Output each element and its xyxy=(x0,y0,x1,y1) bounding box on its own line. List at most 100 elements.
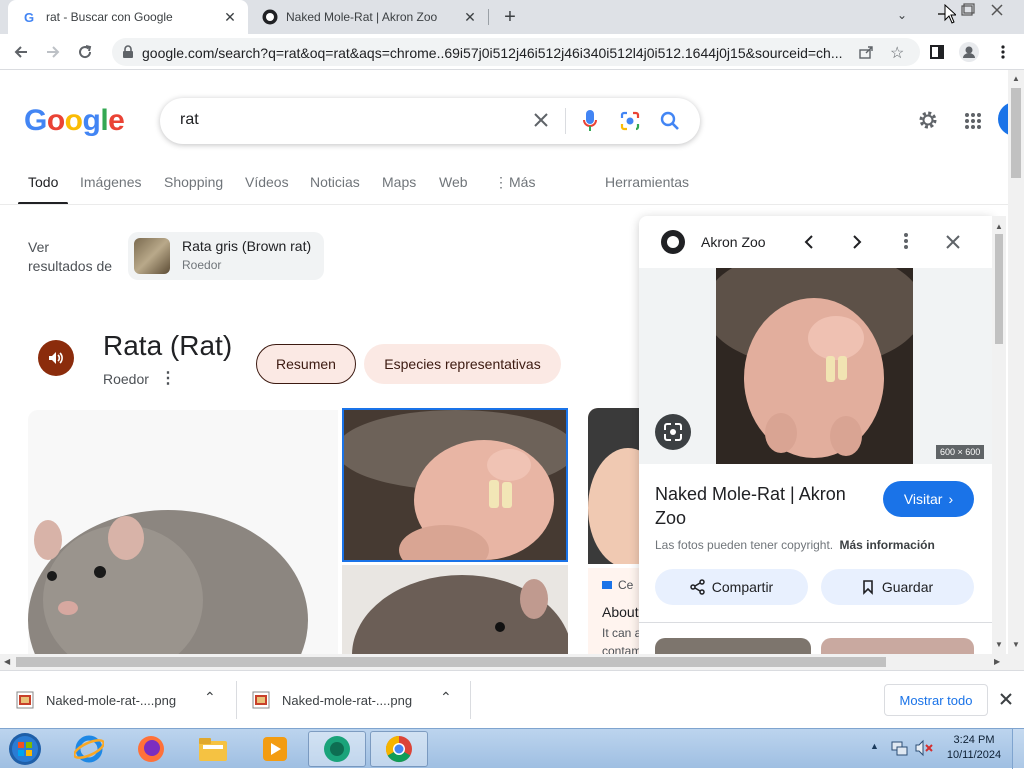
clock-date: 10/11/2024 xyxy=(946,749,1002,761)
previous-image-icon[interactable] xyxy=(801,230,817,259)
download-options-chevron-icon[interactable]: ⌃ xyxy=(204,689,216,706)
image-title[interactable]: Naked Mole-Rat | Akron Zoo xyxy=(655,482,875,530)
download-item[interactable]: Naked-mole-rat-....png ⌃ xyxy=(16,671,226,729)
more-dots-icon[interactable]: ⋮ xyxy=(494,174,508,191)
firefox-icon[interactable] xyxy=(122,731,180,767)
hscroll-left-icon[interactable]: ◀ xyxy=(4,657,10,666)
clear-search-icon[interactable] xyxy=(532,111,550,134)
hscroll-thumb[interactable] xyxy=(16,657,886,667)
tab-mas[interactable]: Más xyxy=(509,174,535,190)
tab-imagenes[interactable]: Imágenes xyxy=(80,174,141,190)
scroll-up-arrow-icon[interactable]: ▲ xyxy=(995,222,1003,231)
panel-scroll-thumb[interactable] xyxy=(995,234,1003,344)
rat-image-large[interactable] xyxy=(28,410,338,654)
close-tab-icon[interactable]: ✕ xyxy=(462,9,478,25)
copyright-text: Las fotos pueden tener copyright. xyxy=(655,538,834,552)
address-bar[interactable]: google.com/search?q=rat&oq=rat&aqs=chrom… xyxy=(112,38,920,66)
naked-mole-rat-image-selected[interactable] xyxy=(342,408,568,562)
panel-source-name[interactable]: Akron Zoo xyxy=(701,234,766,250)
tab-todo[interactable]: Todo xyxy=(28,174,58,190)
download-item[interactable]: Naked-mole-rat-....png ⌃ xyxy=(252,671,462,729)
share-page-icon[interactable] xyxy=(858,44,874,65)
file-explorer-icon[interactable] xyxy=(184,731,242,767)
chrome-taskbar-button[interactable] xyxy=(370,731,428,767)
media-player-icon[interactable] xyxy=(246,731,304,767)
search-icon[interactable] xyxy=(660,111,680,136)
tab-noticias[interactable]: Noticias xyxy=(310,174,360,190)
tab-videos[interactable]: Vídeos xyxy=(245,174,289,190)
show-hidden-icons-icon[interactable]: ▲ xyxy=(870,741,879,751)
page-horizontal-scrollbar[interactable]: ◀ ▶ xyxy=(0,654,1024,670)
entity-more-icon[interactable]: ⋮ xyxy=(160,368,176,388)
panel-divider xyxy=(639,622,992,623)
taskbar-app-teal[interactable] xyxy=(308,731,366,767)
save-button[interactable]: Guardar xyxy=(821,569,974,605)
tab-divider xyxy=(488,9,489,25)
naked-mole-rat-preview-image[interactable] xyxy=(716,268,913,464)
download-options-chevron-icon[interactable]: ⌃ xyxy=(440,689,452,706)
search-input[interactable]: rat xyxy=(180,111,199,129)
reload-icon[interactable] xyxy=(72,39,98,65)
brown-rat-chip[interactable]: Rata gris (Brown rat) Roedor xyxy=(128,232,324,280)
vscroll-down-icon[interactable]: ▼ xyxy=(1012,640,1020,649)
lens-search-image-icon[interactable] xyxy=(655,414,691,450)
clock-time: 3:24 PM xyxy=(953,734,995,746)
visit-button[interactable]: Visitar › xyxy=(883,481,974,517)
system-clock[interactable]: 3:24 PM 10/11/2024 xyxy=(944,733,1004,763)
close-tab-icon[interactable]: ✕ xyxy=(222,9,238,25)
internet-explorer-icon[interactable] xyxy=(60,731,118,767)
start-button[interactable] xyxy=(0,731,50,767)
panel-more-icon[interactable] xyxy=(903,231,909,256)
profile-avatar-icon[interactable] xyxy=(956,39,982,65)
download-filename: Naked-mole-rat-....png xyxy=(282,692,413,708)
hscroll-right-icon[interactable]: ▶ xyxy=(994,657,1000,666)
voice-search-icon[interactable] xyxy=(582,109,598,138)
menu-kebab-icon[interactable] xyxy=(990,39,1016,65)
brown-rat-thumbnail xyxy=(134,238,170,274)
tab-herramientas[interactable]: Herramientas xyxy=(605,174,689,190)
lock-icon[interactable] xyxy=(122,45,134,64)
rat-closeup-image[interactable] xyxy=(342,565,568,654)
tab-akron-zoo[interactable]: Naked Mole-Rat | Akron Zoo ✕ xyxy=(248,0,488,34)
close-downloads-icon[interactable] xyxy=(999,692,1013,711)
close-panel-icon[interactable] xyxy=(945,234,961,255)
lens-search-icon[interactable] xyxy=(620,111,640,136)
snippet-text-2: contam xyxy=(602,644,642,654)
search-box[interactable]: rat xyxy=(160,98,700,144)
settings-gear-icon[interactable] xyxy=(916,108,940,137)
vscroll-thumb[interactable] xyxy=(1011,88,1021,178)
tab-google-search[interactable]: G rat - Buscar con Google ✕ xyxy=(8,0,248,34)
google-apps-grid-icon[interactable] xyxy=(964,112,982,135)
volume-muted-icon[interactable] xyxy=(914,739,934,762)
svg-text:G: G xyxy=(24,10,34,24)
scroll-down-arrow-icon[interactable]: ▼ xyxy=(995,640,1003,649)
new-tab-icon[interactable]: + xyxy=(500,7,520,27)
windows-taskbar: ▲ 3:24 PM 10/11/2024 xyxy=(0,728,1024,769)
network-icon[interactable] xyxy=(890,739,908,762)
chip-resumen[interactable]: Resumen xyxy=(256,344,356,384)
bookmark-star-icon[interactable]: ☆ xyxy=(890,43,904,63)
more-info-link[interactable]: Más información xyxy=(839,538,934,552)
show-all-downloads-button[interactable]: Mostrar todo xyxy=(884,684,988,716)
side-panel-icon[interactable] xyxy=(924,39,950,65)
related-image-1[interactable] xyxy=(655,638,811,654)
forward-icon[interactable] xyxy=(40,39,66,65)
tab-search-chevron-icon[interactable]: ⌄ xyxy=(897,8,907,22)
page-vertical-scrollbar[interactable]: ▲ ▼ xyxy=(1008,70,1024,654)
show-desktop-button[interactable] xyxy=(1012,729,1024,769)
next-image-icon[interactable] xyxy=(849,230,865,259)
vscroll-up-icon[interactable]: ▲ xyxy=(1012,74,1020,83)
browser-toolbar: google.com/search?q=rat&oq=rat&aqs=chrom… xyxy=(0,34,1024,70)
tab-maps[interactable]: Maps xyxy=(382,174,416,190)
chip-especies[interactable]: Especies representativas xyxy=(364,344,561,384)
account-avatar[interactable] xyxy=(998,102,1008,136)
pronunciation-speaker-icon[interactable] xyxy=(38,340,74,376)
back-icon[interactable] xyxy=(8,39,34,65)
related-image-2[interactable] xyxy=(821,638,974,654)
panel-scrollbar[interactable]: ▲ ▼ xyxy=(992,216,1006,654)
share-button[interactable]: Compartir xyxy=(655,569,808,605)
tab-web[interactable]: Web xyxy=(439,174,468,190)
google-logo[interactable]: Google xyxy=(24,104,125,138)
tab-shopping[interactable]: Shopping xyxy=(164,174,223,190)
copyright-notice: Las fotos pueden tener copyright. Más in… xyxy=(655,538,935,552)
